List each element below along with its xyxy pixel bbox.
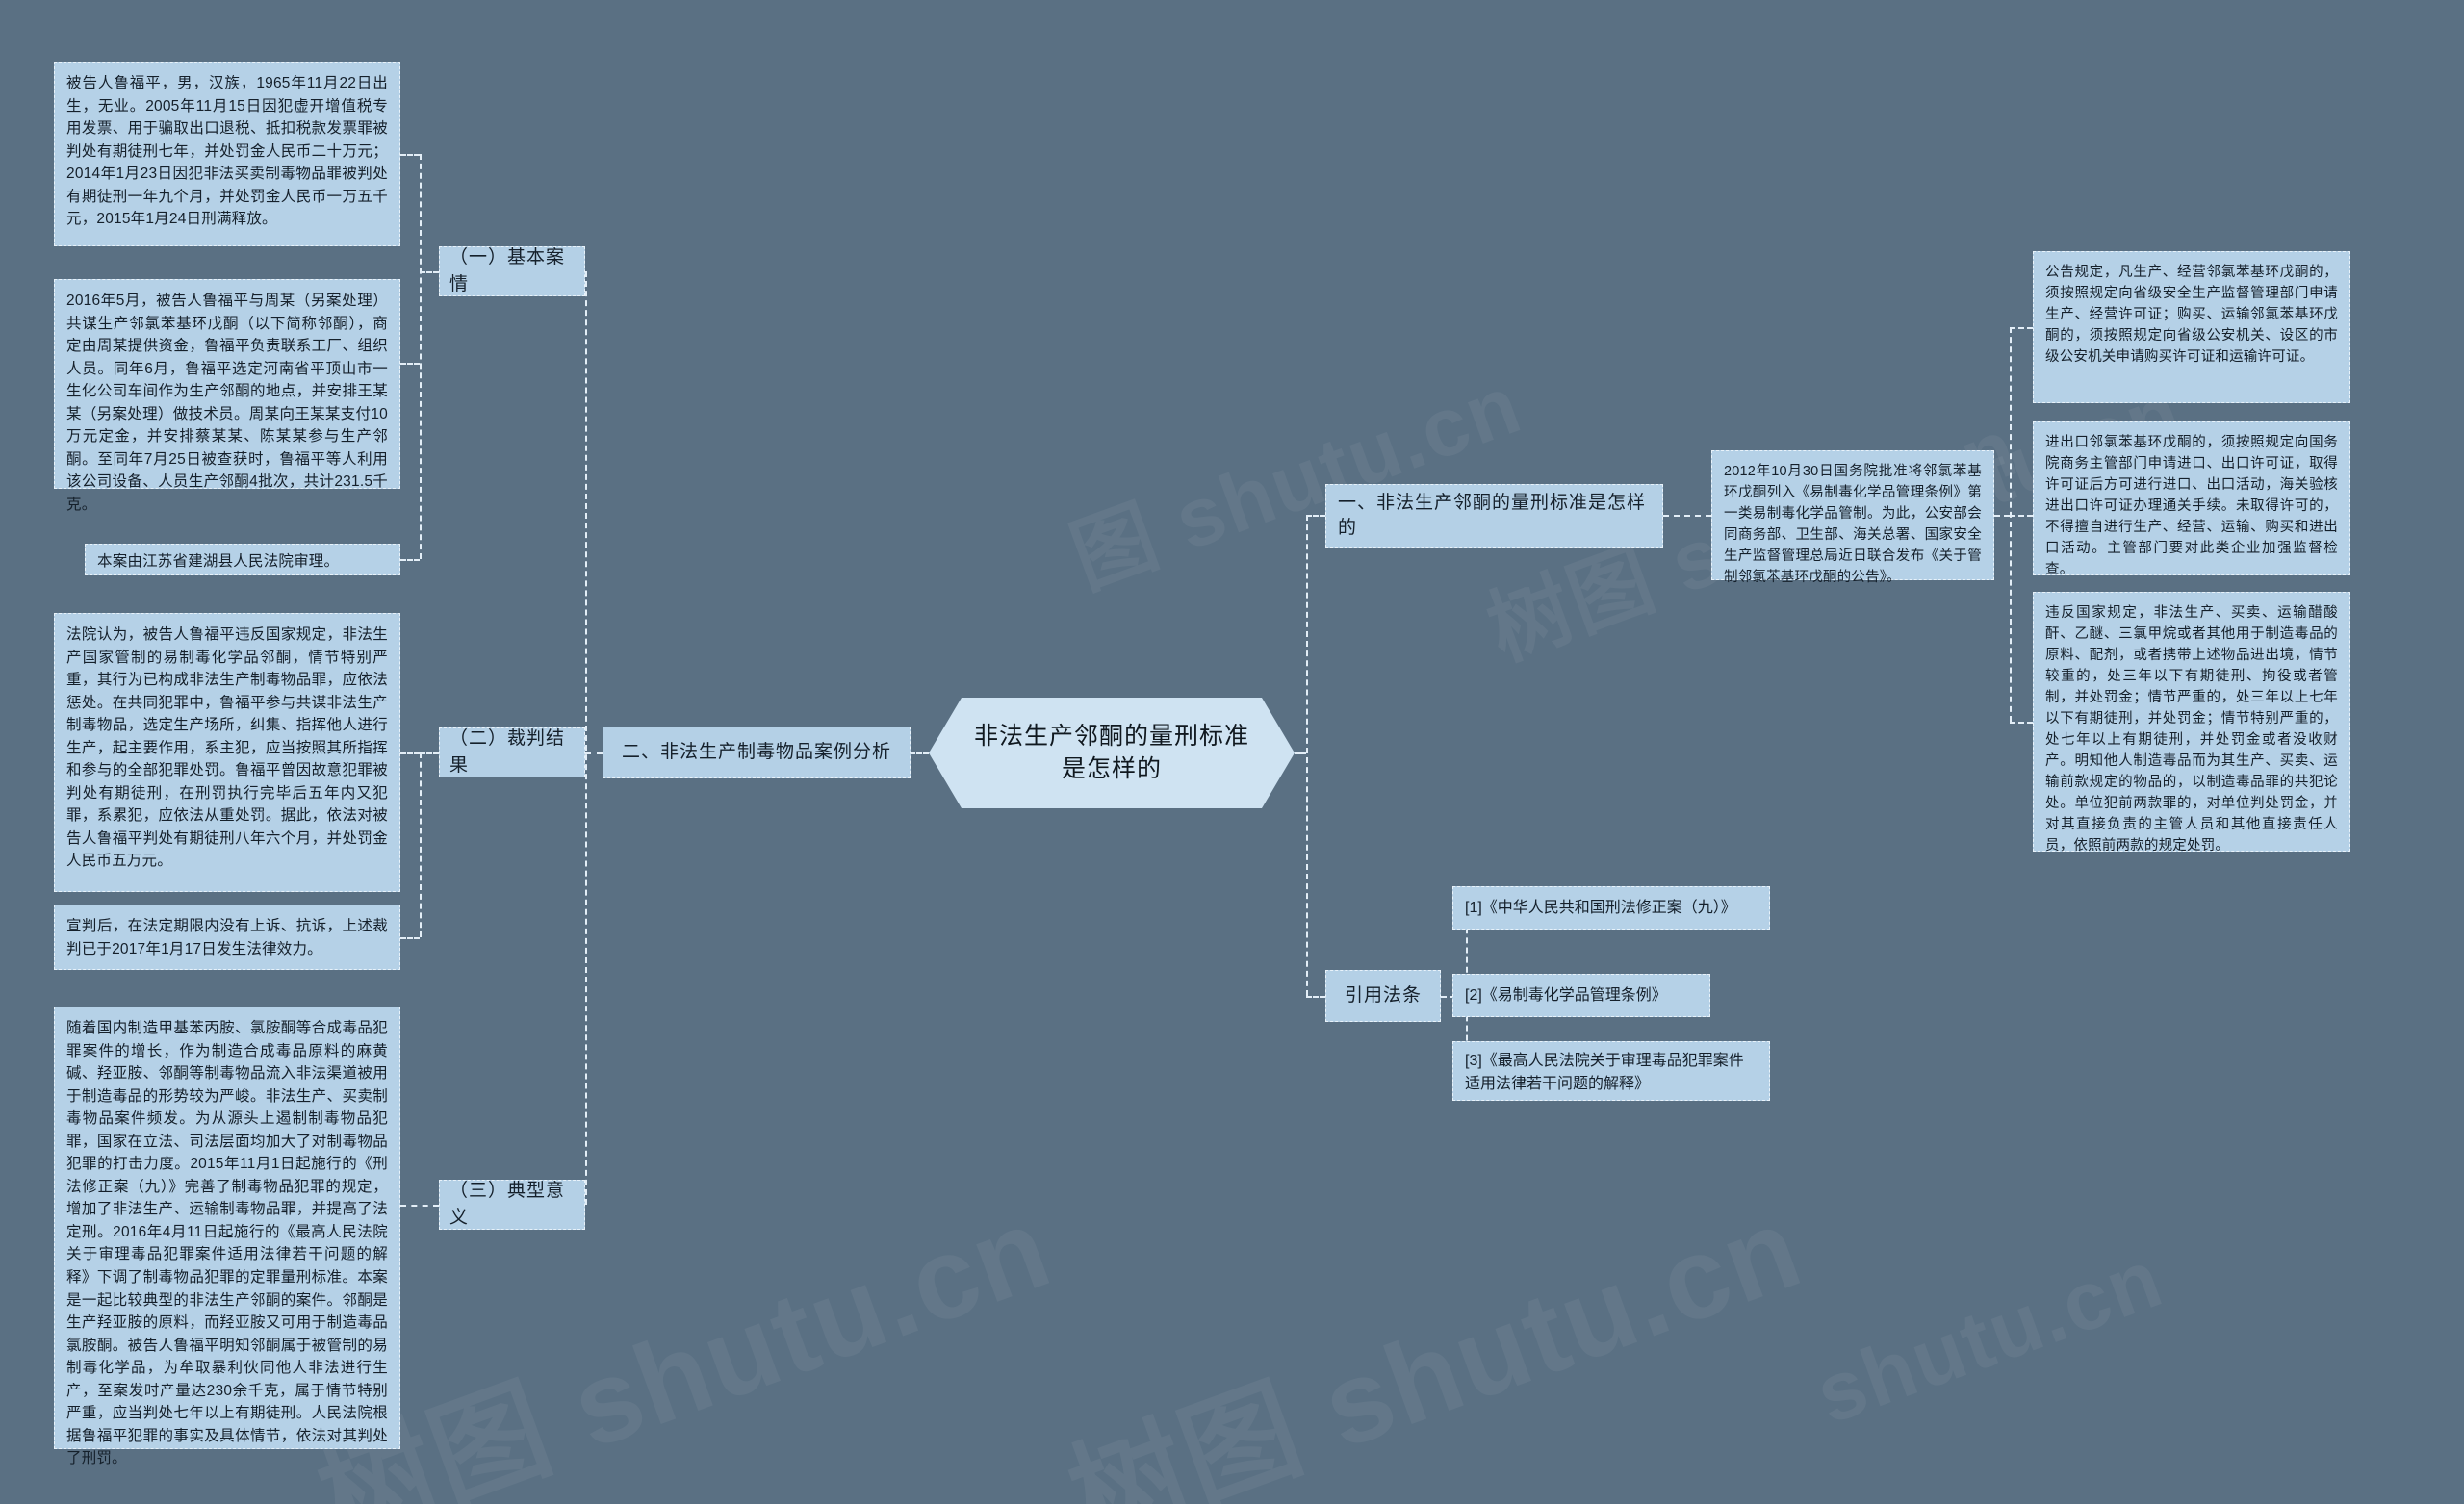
right-grandchild-text: 进出口邻氯苯基环戊酮的，须按照规定向国务院商务主管部门申请进口、出口许可证，取得… [2045, 435, 2338, 578]
mindmap-canvas: 树图 shutu.cn 树图 shutu.cn 树图 shutu.cn shut… [0, 0, 2464, 1504]
connector [585, 752, 603, 754]
right-branch-label: 一、非法生产邻酮的量刑标准是怎样的 [1338, 493, 1647, 538]
watermark: 树图 shutu.cn [302, 1182, 1067, 1504]
right-grandchild-text: 公告规定，凡生产、经营邻氯苯基环戊酮的，须按照规定向省级安全生产监督管理部门申请… [2045, 265, 2338, 366]
connector [1663, 515, 1711, 517]
connector [400, 937, 420, 939]
right-branch-child-text: 2012年10月30日国务院批准将邻氯苯基环戊酮列入《易制毒化学品管理条例》第一… [1724, 464, 1982, 586]
connector [1306, 515, 1325, 517]
connector [400, 363, 420, 365]
cited-law-text: [1]《中华人民共和国刑法修正案（九）》 [1465, 899, 1736, 916]
section-label-typical-significance[interactable]: （三）典型意义 [439, 1180, 585, 1230]
connector [400, 559, 420, 561]
connector [1306, 515, 1308, 996]
right-branch-child[interactable]: 2012年10月30日国务院批准将邻氯苯基环戊酮列入《易制毒化学品管理条例》第一… [1711, 450, 1994, 585]
connector [400, 154, 420, 156]
connector [1306, 996, 1325, 998]
section-label-basic-facts[interactable]: （一）基本案情 [439, 246, 585, 296]
connector [2010, 327, 2033, 329]
connector [400, 1205, 439, 1207]
watermark: shutu.cn [1804, 1231, 2175, 1442]
watermark: 图 shutu.cn [1060, 357, 1533, 606]
section-label-text: （二）裁判结果 [449, 727, 566, 777]
connector [420, 271, 439, 273]
leaf-paragraph-text: 法院认为，被告人鲁福平违反国家规定，非法生产国家管制的易制毒化学品邻酮，情节特别… [66, 626, 388, 870]
right-grandchild[interactable]: 违反国家规定，非法生产、买卖、运输醋酸酐、乙醚、三氯甲烷或者其他用于制造毒品的原… [2033, 592, 2350, 854]
right-branch-sentencing-standard[interactable]: 一、非法生产邻酮的量刑标准是怎样的 [1325, 484, 1663, 548]
center-node[interactable]: 非法生产邻酮的量刑标准是怎样的 [929, 698, 1295, 808]
left-branch-root[interactable]: 二、非法生产制毒物品案例分析 [603, 727, 911, 778]
cited-law-item[interactable]: [2]《易制毒化学品管理条例》 [1452, 974, 1710, 1017]
leaf-paragraph[interactable]: 随着国内制造甲基苯丙胺、氯胺酮等合成毒品犯罪案件的增长，作为制造合成毒品原料的麻… [54, 1007, 400, 1466]
right-grandchild[interactable]: 公告规定，凡生产、经营邻氯苯基环戊酮的，须按照规定向省级安全生产监督管理部门申请… [2033, 251, 2350, 403]
right-branch-cited-laws[interactable]: 引用法条 [1325, 970, 1441, 1022]
leaf-paragraph[interactable]: 被告人鲁福平，男，汉族，1965年11月22日出生，无业。2005年11月15日… [54, 62, 400, 246]
leaf-paragraph-text: 2016年5月，被告人鲁福平与周某（另案处理）共谋生产邻氯苯基环戊酮（以下简称邻… [66, 293, 388, 513]
right-grandchild-text: 违反国家规定，非法生产、买卖、运输醋酸酐、乙醚、三氯甲烷或者其他用于制造毒品的原… [2045, 605, 2338, 854]
connector [400, 752, 420, 754]
connector [420, 752, 439, 754]
connector [420, 154, 422, 559]
leaf-paragraph[interactable]: 本案由江苏省建湖县人民法院审理。 [85, 544, 400, 575]
watermark: 树图 shutu.cn [1053, 1182, 1818, 1504]
leaf-paragraph[interactable]: 2016年5月，被告人鲁福平与周某（另案处理）共谋生产邻氯苯基环戊酮（以下简称邻… [54, 279, 400, 513]
cited-law-item[interactable]: [1]《中华人民共和国刑法修正案（九）》 [1452, 886, 1770, 930]
leaf-paragraph[interactable]: 法院认为，被告人鲁福平违反国家规定，非法生产国家管制的易制毒化学品邻酮，情节特别… [54, 613, 400, 892]
cited-law-item[interactable]: [3]《最高人民法院关于审理毒品犯罪案件适用法律若干问题的解释》 [1452, 1041, 1770, 1101]
right-branch-label: 引用法条 [1344, 984, 1422, 1006]
section-label-text: （三）典型意义 [449, 1180, 566, 1229]
connector [1295, 752, 1306, 754]
leaf-paragraph-text: 本案由江苏省建湖县人民法院审理。 [97, 553, 340, 570]
leaf-paragraph-text: 被告人鲁福平，男，汉族，1965年11月22日出生，无业。2005年11月15日… [66, 75, 388, 228]
leaf-paragraph-text: 随着国内制造甲基苯丙胺、氯胺酮等合成毒品犯罪案件的增长，作为制造合成毒品原料的麻… [66, 1020, 388, 1467]
section-label-judgment-result[interactable]: （二）裁判结果 [439, 727, 585, 777]
connector [1994, 515, 2010, 517]
section-label-text: （一）基本案情 [449, 246, 566, 295]
connector [2010, 515, 2033, 517]
connector [2010, 722, 2033, 724]
center-node-label: 非法生产邻酮的量刑标准是怎样的 [973, 722, 1249, 782]
leaf-paragraph-text: 宣判后，在法定期限内没有上诉、抗诉，上述裁判已于2017年1月17日发生法律效力… [66, 918, 388, 957]
leaf-paragraph[interactable]: 宣判后，在法定期限内没有上诉、抗诉，上述裁判已于2017年1月17日发生法律效力… [54, 905, 400, 970]
connector [2010, 327, 2012, 722]
right-grandchild[interactable]: 进出口邻氯苯基环戊酮的，须按照规定向国务院商务主管部门申请进口、出口许可证，取得… [2033, 421, 2350, 578]
connector [585, 271, 587, 1205]
connector [910, 752, 929, 754]
left-branch-root-label: 二、非法生产制毒物品案例分析 [621, 741, 891, 762]
cited-law-text: [2]《易制毒化学品管理条例》 [1465, 986, 1667, 1004]
connector [420, 752, 422, 937]
cited-law-text: [3]《最高人民法院关于审理毒品犯罪案件适用法律若干问题的解释》 [1465, 1053, 1744, 1092]
